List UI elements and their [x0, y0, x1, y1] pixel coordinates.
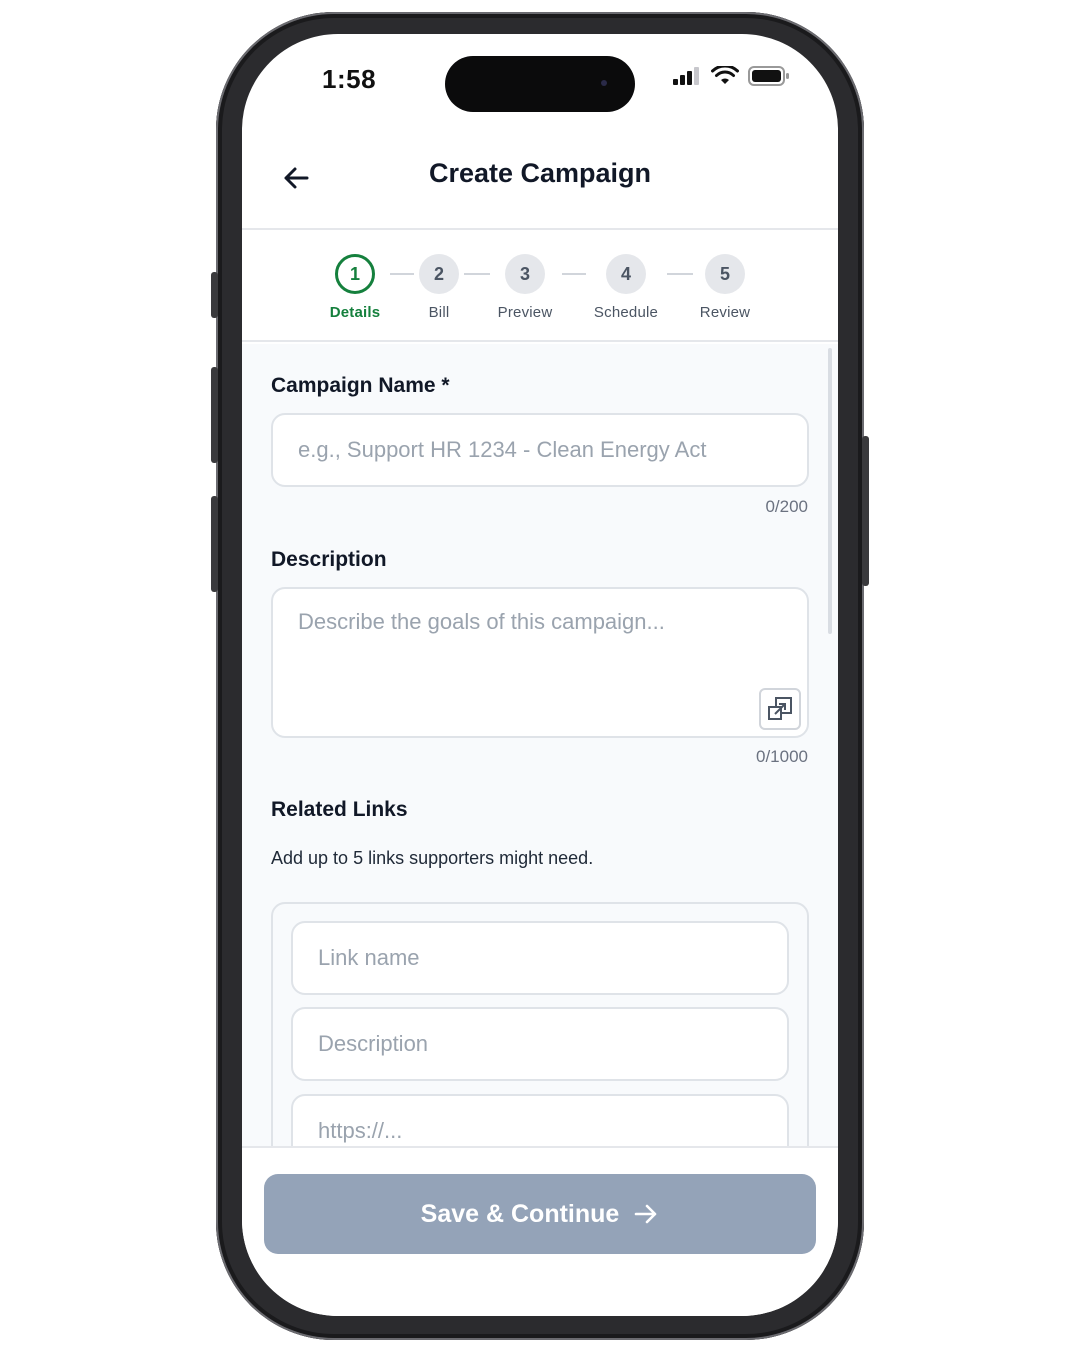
campaign-name-counter: 0/200 [765, 497, 808, 516]
battery-icon [748, 66, 789, 86]
signal-icon [673, 67, 699, 85]
form-content[interactable]: Campaign Name * e.g., Support HR 1234 - … [242, 344, 838, 1146]
save-continue-label: Save & Continue [420, 1199, 620, 1228]
expand-icon [768, 697, 792, 720]
scrollbar[interactable] [828, 348, 832, 634]
step-review[interactable]: 5 Review [670, 254, 780, 321]
app-header: Create Campaign [242, 134, 838, 230]
step-label: Preview [497, 304, 553, 321]
step-number: 2 [419, 254, 459, 294]
power-button [862, 436, 869, 586]
description-label: Description [271, 548, 387, 571]
page-title: Create Campaign [428, 158, 652, 188]
link-name-placeholder: Link name [318, 945, 420, 970]
link-name-input[interactable]: Link name [291, 921, 789, 995]
link-url-placeholder: https://... [318, 1118, 403, 1143]
description-textarea[interactable]: Describe the goals of this campaign... [271, 587, 809, 738]
step-number: 1 [335, 254, 375, 294]
dynamic-island [445, 56, 635, 112]
expand-editor-button[interactable] [759, 688, 801, 730]
volume-up-button [211, 367, 218, 463]
step-label: Review [699, 304, 751, 321]
step-preview[interactable]: 3 Preview [470, 254, 580, 321]
progress-stepper: 1 Details 2 Bill 3 Preview 4 Schedule 5 … [242, 232, 838, 342]
related-links-label: Related Links [271, 798, 408, 821]
arrow-right-icon [635, 1204, 657, 1224]
link-description-input[interactable]: Description [291, 1007, 789, 1081]
status-icons [672, 66, 790, 86]
step-number: 5 [705, 254, 745, 294]
screen: 1:58 Create Campaign 1 Details 2 Bill 3 … [242, 34, 838, 1316]
campaign-name-label: Campaign Name * [271, 374, 450, 397]
save-continue-button[interactable]: Save & Continue [264, 1174, 816, 1254]
step-number: 4 [606, 254, 646, 294]
step-label: Schedule [593, 304, 659, 321]
link-url-input[interactable]: https://... [291, 1094, 789, 1146]
step-number: 3 [505, 254, 545, 294]
wifi-icon [711, 66, 739, 84]
link-entry-card: Link name Description https://... [271, 902, 809, 1146]
description-placeholder: Describe the goals of this campaign... [298, 609, 665, 634]
link-description-placeholder: Description [318, 1031, 429, 1056]
status-time: 1:58 [322, 64, 377, 94]
volume-down-button [211, 496, 218, 592]
related-links-helper: Add up to 5 links supporters might need. [271, 848, 594, 868]
footer-bar: Save & Continue [242, 1146, 838, 1316]
step-schedule[interactable]: 4 Schedule [571, 254, 681, 321]
silent-switch [211, 272, 218, 318]
campaign-name-placeholder: e.g., Support HR 1234 - Clean Energy Act [298, 437, 707, 462]
campaign-name-input[interactable]: e.g., Support HR 1234 - Clean Energy Act [271, 413, 809, 487]
description-counter: 0/1000 [756, 747, 808, 766]
